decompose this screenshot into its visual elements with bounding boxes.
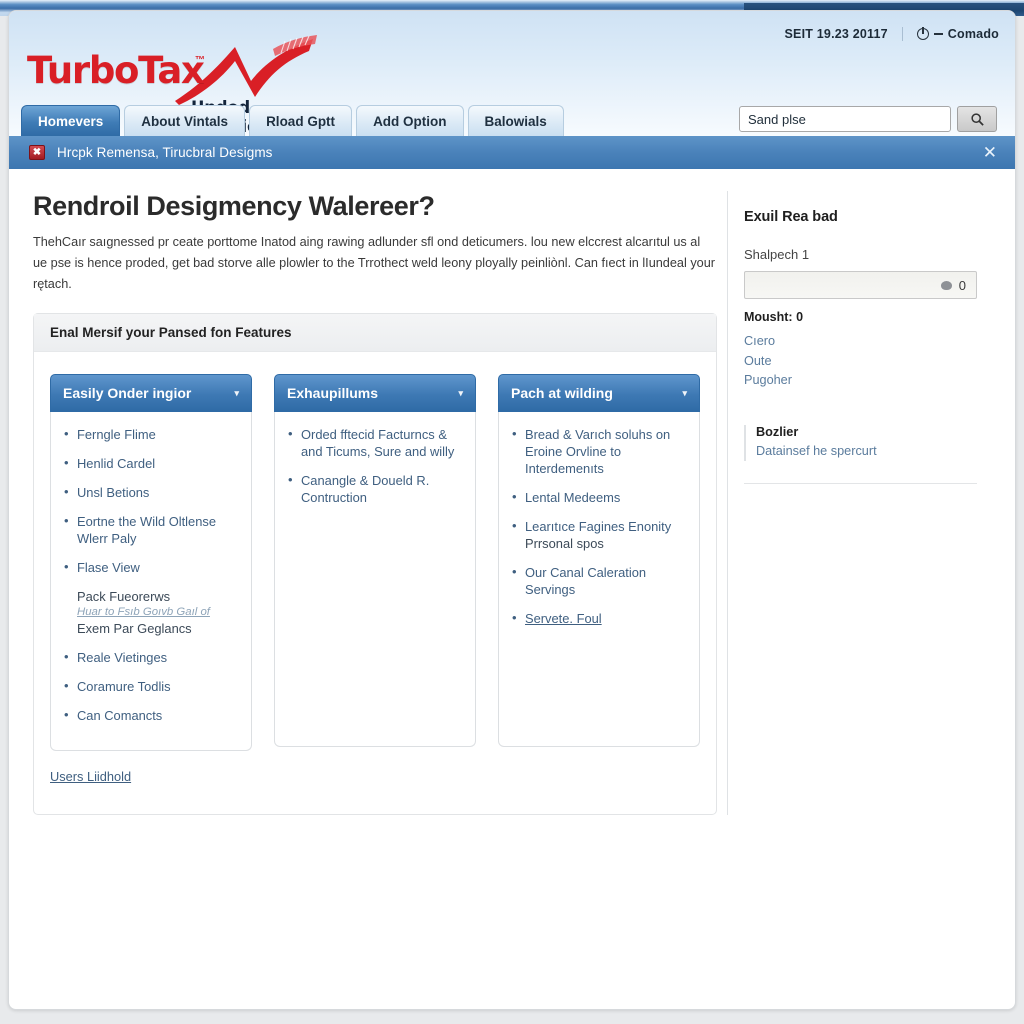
list-item: Lental Medeems (511, 488, 689, 506)
list-item: Ferngle Flime (63, 425, 241, 443)
sidebar-block-title: Bozlier (756, 424, 799, 439)
search-icon (970, 112, 984, 126)
panel-header: Enal Mersif your Pansed fon Features (34, 314, 716, 352)
sidebar-input-value: 0 (958, 277, 966, 293)
list-item: Bread & Varıch soluhs on Eroine Orvline … (511, 425, 689, 477)
list-item: Orded fftecid Facturncs & and Ticums, Su… (287, 425, 465, 460)
tab-label: Add Option (373, 113, 447, 129)
tab-label: Balowials (484, 113, 547, 129)
sidebar-count: Mousht: 0 (744, 310, 977, 324)
alert-glyph: ✖ (32, 147, 42, 158)
sidebar-link-pugoher[interactable]: Pugoher (744, 371, 977, 391)
list-item-group: Pack Fueorerws Huar to Fsıb Goıvb Gaıl o… (63, 588, 241, 637)
card-header-exhaupillums[interactable]: Exhaupillums ▾ (274, 374, 476, 412)
card-title: Exhaupillums (287, 385, 379, 401)
card-title: Pach at wilding (511, 385, 613, 401)
list-item: Canangle & Doueld R. Contruction (287, 471, 465, 506)
card-header-pach-at-wilding[interactable]: Pach at wilding ▾ (498, 374, 700, 412)
list-item: Coramure Todlis (63, 677, 241, 695)
list-item-group: Learıtıce Fagines Enonity Prrsonal spos (511, 517, 689, 552)
sidebar: Exuil Rea bad Shalpech 1 0 Mousht: 0 Cıe… (727, 191, 997, 815)
list-item-label: Pack Fueorerws (77, 589, 171, 604)
main-column: Rendroil Desigmency Walereer? ThehCaır s… (9, 191, 727, 815)
sidebar-title: Exuil Rea bad (744, 209, 838, 225)
tab-add-option[interactable]: Add Option (356, 105, 464, 136)
list-item: Can Comancts (63, 706, 241, 724)
feature-list: Ferngle Flime Henlid Cardel Unsl Betions… (63, 425, 241, 724)
session-text: SEIT 19.23 20117 (784, 27, 888, 41)
card-title: Easily Onder ingior (63, 385, 192, 401)
list-item-subtext: Prrsonal spos (525, 536, 604, 551)
card-body: Ferngle Flime Henlid Cardel Unsl Betions… (50, 412, 252, 751)
sidebar-count-label: Mousht: (744, 310, 793, 324)
feature-card: Pach at wilding ▾ Bread & Varıch soluhs … (498, 374, 700, 751)
close-icon[interactable]: ✕ (979, 143, 1001, 163)
search-area (739, 106, 997, 132)
notification-bar: ✖ Hrcpk Remensa, Tirucbral Desigms ✕ (9, 136, 1015, 169)
utility-bar: SEIT 19.23 20117 Comado (785, 27, 999, 41)
list-item: Unsl Betions (63, 483, 241, 501)
trademark-icon: ™ (195, 55, 205, 66)
dash-icon (933, 33, 943, 35)
list-item-label: Learıtıce Fagines Enonity (525, 519, 672, 534)
tab-homevers[interactable]: Homevers (21, 105, 121, 136)
tab-label: Rload Gptt (266, 113, 336, 129)
intro-paragraph: ThehCaır saıgnessed pr ceate porttome In… (33, 235, 716, 291)
list-item: Eortne the Wild Oltlense Wlerr Paly (63, 512, 241, 547)
features-panel: Enal Mersif your Pansed fon Features Eas… (33, 313, 717, 815)
list-item-link[interactable]: Servete. Foul (511, 609, 689, 627)
page-header: SEIT 19.23 20117 Comado TurboTax ™ Homev… (9, 11, 1015, 136)
tab-balowials[interactable]: Balowials (467, 105, 564, 136)
tab-label: Homevers (38, 113, 104, 129)
chevron-down-icon: ▾ (682, 387, 687, 398)
logo-wordmark: TurboTax (27, 49, 205, 92)
alert-icon: ✖ (29, 145, 45, 160)
feature-list: Bread & Varıch soluhs on Eroine Orvline … (511, 425, 689, 627)
sidebar-link-oute[interactable]: Oute (744, 352, 977, 372)
account-label: Comado (947, 27, 999, 41)
sidebar-count-value: 0 (796, 310, 804, 324)
sidebar-secondary-block: Bozlier Datainsef he spercurt (744, 424, 977, 462)
chevron-down-icon: ▾ (234, 387, 239, 398)
panel-body: Easily Onder ingior ▾ Ferngle Flime Henl… (34, 352, 716, 814)
utility-divider (901, 27, 903, 41)
tab-about-vintals[interactable]: About Vintals (124, 105, 246, 136)
sidebar-link-ciero[interactable]: Cıero (744, 332, 977, 352)
notification-message: Hrcpk Remensa, Tirucbral Desigms (57, 145, 273, 160)
sidebar-field-label: Shalpech 1 (744, 247, 810, 262)
search-button[interactable] (957, 106, 997, 132)
list-item: Our Canal Caleration Servings (511, 563, 689, 598)
search-input[interactable] (739, 106, 951, 132)
list-item-label: Servete. Foul (525, 611, 602, 626)
list-item: Reale Vietinges (63, 648, 241, 666)
list-item-subtext-link[interactable]: Huar to Fsıb Goıvb Gaıl of (77, 605, 241, 620)
list-item: Flase View (63, 558, 241, 576)
sidebar-input[interactable]: 0 (744, 271, 977, 299)
card-body: Orded fftecid Facturncs & and Ticums, Su… (274, 412, 476, 747)
cloud-icon (940, 280, 952, 290)
application-window: SEIT 19.23 20117 Comado TurboTax ™ Homev… (8, 10, 1016, 1010)
power-icon (916, 27, 929, 40)
card-header-easily-onder-ingior[interactable]: Easily Onder ingior ▾ (50, 374, 252, 412)
chevron-down-icon: ▾ (458, 387, 463, 398)
feature-list: Orded fftecid Facturncs & and Ticums, Su… (287, 425, 465, 506)
page-title: Rendroil Desigmency Walereer? (33, 191, 435, 221)
feature-card: Exhaupillums ▾ Orded fftecid Facturncs &… (274, 374, 476, 751)
list-item: Henlid Cardel (63, 454, 241, 472)
list-item-subtext: Exem Par Geglancs (77, 621, 192, 636)
tab-label: About Vintals (141, 113, 229, 129)
users-liidhold-link[interactable]: Users Liidhold (50, 769, 131, 784)
content-area: Rendroil Desigmency Walereer? ThehCaır s… (9, 169, 1015, 815)
card-body: Bread & Varıch soluhs on Eroine Orvline … (498, 412, 700, 747)
sidebar-block-link[interactable]: Datainsef he spercurt (756, 442, 977, 462)
feature-card: Easily Onder ingior ▾ Ferngle Flime Henl… (50, 374, 252, 751)
account-menu[interactable]: Comado (916, 27, 999, 41)
sidebar-divider (744, 483, 977, 484)
tab-rload-gptt[interactable]: Rload Gptt (249, 105, 353, 136)
feature-cards: Easily Onder ingior ▾ Ferngle Flime Henl… (50, 374, 700, 751)
